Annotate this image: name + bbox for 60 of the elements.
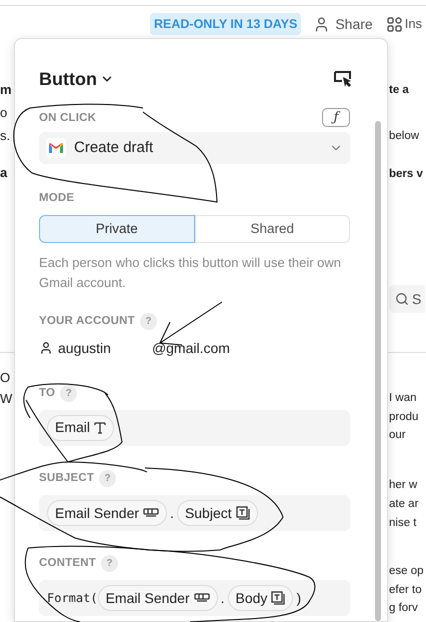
mail-m-icon bbox=[48, 142, 64, 154]
formula-punctuation: . bbox=[220, 588, 225, 608]
page-text-fragment: s. bbox=[0, 127, 10, 145]
panel-title-dropdown[interactable]: Button bbox=[39, 66, 114, 92]
page-text-fragment: a bbox=[0, 164, 8, 182]
insert-button[interactable]: Ins bbox=[386, 14, 422, 34]
page-text-fragment: below bbox=[389, 129, 420, 144]
page-text-fragment: m bbox=[0, 81, 12, 99]
page-text-fragment: ate ar bbox=[389, 497, 418, 512]
page-text-fragment: nise t bbox=[389, 516, 416, 531]
page-text-fragment: W bbox=[0, 390, 12, 408]
mode-description: Each person who clicks this button will use their own Gmail account. bbox=[39, 254, 342, 292]
mode-tab[interactable]: Private bbox=[39, 215, 194, 244]
formula-function: Format( bbox=[47, 590, 98, 608]
section-label: SUBJECT bbox=[39, 470, 94, 486]
read-only-badge: READ-ONLY IN 13 DAYS bbox=[150, 12, 302, 36]
formula-field[interactable]: Format( Email Sender . Body ) bbox=[39, 580, 350, 616]
action-label: Create draft bbox=[74, 138, 154, 158]
page-text-fragment: efer to bbox=[389, 583, 422, 598]
page-text-fragment: ese op bbox=[389, 564, 424, 579]
account-user: augustin bbox=[58, 338, 111, 358]
person-icon bbox=[39, 341, 53, 355]
text-field-icon bbox=[271, 591, 286, 606]
section-label: CONTENT bbox=[39, 556, 96, 571]
search-field[interactable]: S bbox=[389, 285, 425, 313]
grid-icon bbox=[386, 16, 402, 32]
field-chip[interactable]: Body bbox=[228, 585, 294, 612]
text-type-icon bbox=[94, 421, 106, 434]
page-text-fragment: our bbox=[389, 428, 406, 443]
section-label: YOUR ACCOUNT bbox=[39, 314, 135, 330]
field-chip[interactable]: Email Sender bbox=[98, 585, 218, 612]
formula-punctuation: . bbox=[170, 504, 174, 522]
scrollbar[interactable] bbox=[375, 121, 381, 621]
formula-toggle-button[interactable]: ƒ bbox=[322, 108, 350, 127]
page-text-fragment: bers v bbox=[389, 167, 423, 182]
action-dropdown[interactable]: Create draft bbox=[39, 132, 350, 164]
field-chip[interactable]: Email bbox=[47, 414, 114, 441]
formula-punctuation: ) bbox=[296, 588, 302, 608]
page-text-fragment: her w bbox=[389, 478, 418, 493]
linked-record-icon bbox=[194, 593, 210, 604]
field-chip[interactable]: Email Sender bbox=[47, 500, 168, 526]
page-text-fragment: O bbox=[0, 369, 10, 387]
mode-tab[interactable]: Shared bbox=[194, 215, 350, 244]
account-domain: @gmail.com bbox=[152, 338, 230, 358]
page-text-fragment: te a bbox=[389, 83, 409, 98]
formula-field[interactable]: Email Sender . Subject bbox=[39, 495, 350, 531]
page-text-fragment: I wan bbox=[389, 391, 416, 406]
formula-field[interactable]: Email bbox=[39, 410, 350, 446]
page-text-fragment: g forv bbox=[389, 601, 418, 616]
cursor-on-card-icon[interactable] bbox=[333, 70, 353, 88]
field-chip[interactable]: Subject bbox=[176, 500, 258, 526]
share-button[interactable]: Share bbox=[313, 14, 373, 34]
search-icon bbox=[395, 292, 409, 306]
section-label: MODE bbox=[39, 191, 74, 206]
section-label: TO bbox=[39, 386, 56, 400]
page-text-fragment: produ bbox=[389, 410, 418, 425]
section-label: ON CLICK bbox=[39, 110, 96, 126]
linked-record-icon bbox=[143, 508, 160, 518]
page-text-fragment: o bbox=[0, 104, 8, 122]
text-field-icon bbox=[236, 506, 250, 520]
